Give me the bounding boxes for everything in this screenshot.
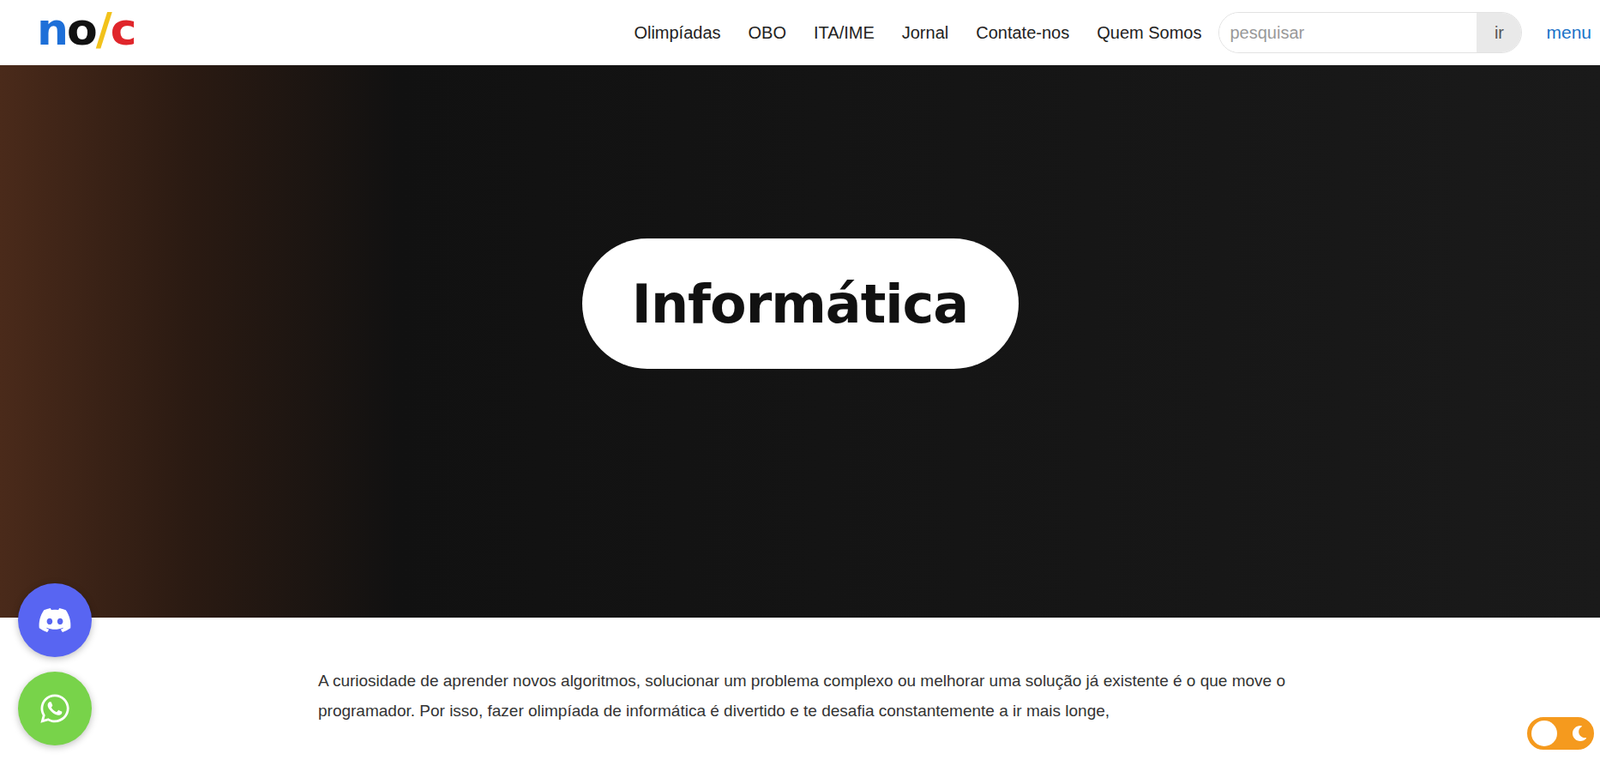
discord-button[interactable]: [18, 583, 92, 657]
content: A curiosidade de aprender novos algoritm…: [0, 617, 1287, 726]
toggle-knob: [1531, 720, 1558, 746]
hero-image: Informática: [0, 65, 1600, 618]
nav: Olimpíadas OBO ITA/IME Jornal Contate-nos Que…: [633, 23, 1202, 43]
title-pill: Informática: [582, 238, 1019, 369]
nav-item[interactable]: Contate-nos: [975, 23, 1070, 43]
logo-letter: /: [96, 6, 111, 52]
intro-paragraph: A curiosidade de aprender novos algoritm…: [318, 665, 1287, 726]
page-title: Informática: [631, 272, 969, 336]
search-box: ir: [1218, 12, 1522, 54]
search-input[interactable]: [1219, 12, 1477, 53]
nav-item[interactable]: Quem Somos: [1096, 23, 1202, 43]
nav-item[interactable]: ITA/IME: [813, 23, 875, 43]
whatsapp-icon: [38, 691, 72, 725]
nav-item[interactable]: Olimpíadas: [633, 23, 721, 43]
whatsapp-button[interactable]: [18, 671, 92, 746]
nav-item[interactable]: Jornal: [902, 23, 949, 43]
logo-letter: o: [66, 6, 97, 52]
theme-toggle[interactable]: [1527, 716, 1594, 750]
menu-link[interactable]: menu: [1545, 22, 1592, 43]
logo-letter: c: [110, 6, 136, 52]
page: no/c Olimpíadas OBO ITA/IME Jornal Contate-no…: [0, 0, 1600, 766]
logo-letter: n: [36, 6, 67, 52]
header: no/c Olimpíadas OBO ITA/IME Jornal Contate-no…: [0, 0, 1600, 66]
logo[interactable]: no/c: [36, 6, 136, 52]
search-button[interactable]: ir: [1476, 12, 1522, 53]
nav-item[interactable]: OBO: [748, 23, 787, 43]
discord-icon: [37, 602, 73, 638]
moon-icon: [1571, 725, 1588, 741]
